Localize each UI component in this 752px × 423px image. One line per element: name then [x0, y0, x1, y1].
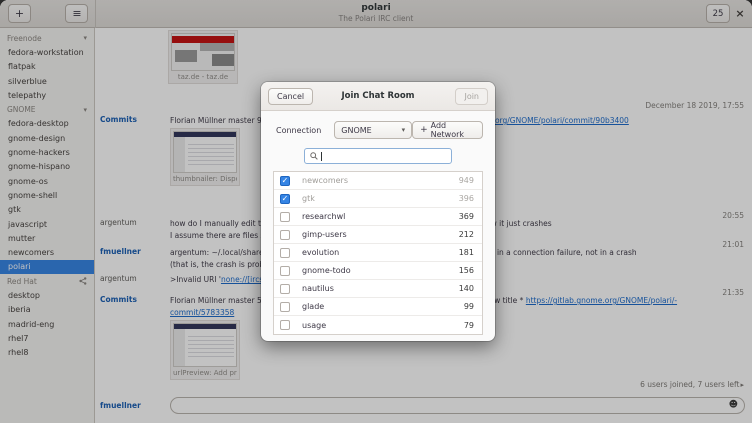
room-user-count: 140 [459, 284, 474, 293]
search-icon [310, 152, 318, 160]
room-name: gimp-users [302, 230, 459, 239]
dialog-title: Join Chat Room [341, 91, 414, 101]
room-name: evolution [302, 248, 459, 257]
connection-value: GNOME [341, 126, 401, 135]
room-row-gtk[interactable]: ✓ gtk396 [274, 190, 482, 208]
join-button[interactable]: Join [455, 88, 488, 105]
text-caret [321, 152, 322, 161]
cancel-button[interactable]: Cancel [268, 88, 313, 105]
room-row-gnome-todo[interactable]: gnome-todo156 [274, 262, 482, 280]
room-name: researchwl [302, 212, 459, 221]
dialog-room-list: ✓newcomers949✓gtk396researchwl369gimp-us… [273, 171, 483, 335]
room-name: usage [302, 321, 464, 330]
room-checkbox[interactable] [280, 248, 290, 258]
room-checkbox[interactable] [280, 266, 290, 276]
room-row-usage[interactable]: usage79 [274, 316, 482, 334]
room-row-gimp-users[interactable]: gimp-users212 [274, 226, 482, 244]
connection-label: Connection [276, 126, 321, 135]
room-name: newcomers [302, 176, 459, 185]
room-row-nautilus[interactable]: nautilus140 [274, 280, 482, 298]
room-checkbox[interactable] [280, 230, 290, 240]
room-name: nautilus [302, 284, 459, 293]
room-name: glade [302, 302, 464, 311]
room-name: gtk [302, 194, 459, 203]
connection-row: Connection GNOME ▾ + Add Network [273, 120, 483, 140]
room-checkbox[interactable] [280, 320, 290, 330]
polari-window: + ≡ polari The Polari IRC client 25 × Fr… [0, 0, 752, 423]
room-checkbox[interactable]: ✓ [280, 176, 290, 186]
dialog-body: Connection GNOME ▾ + Add Network [261, 111, 495, 335]
search-row [273, 148, 483, 164]
room-row-evolution[interactable]: evolution181 [274, 244, 482, 262]
room-row-glade[interactable]: glade99 [274, 298, 482, 316]
add-network-label: Add Network [431, 121, 475, 139]
dialog-header: Cancel Join Chat Room Join [261, 82, 495, 111]
checkmark-icon: ✓ [282, 195, 289, 203]
room-checkbox[interactable]: ✓ [280, 194, 290, 204]
room-checkbox[interactable] [280, 212, 290, 222]
join-chat-room-dialog: Cancel Join Chat Room Join Connection GN… [261, 82, 495, 341]
room-user-count: 99 [464, 302, 474, 311]
plus-icon: + [420, 126, 428, 134]
room-name: gnome-todo [302, 266, 459, 275]
room-row-researchwl[interactable]: researchwl369 [274, 208, 482, 226]
room-user-count: 79 [464, 321, 474, 330]
connection-dropdown[interactable]: GNOME ▾ [334, 121, 412, 139]
room-user-count: 156 [459, 266, 474, 275]
add-network-button[interactable]: + Add Network [412, 121, 483, 139]
room-row-newcomers[interactable]: ✓ newcomers949 [274, 172, 482, 190]
room-checkbox[interactable] [280, 284, 290, 294]
chevron-down-icon: ▾ [402, 126, 406, 134]
room-checkbox[interactable] [280, 302, 290, 312]
room-user-count: 949 [459, 176, 474, 185]
room-search-input[interactable] [304, 148, 452, 164]
checkmark-icon: ✓ [282, 177, 289, 185]
room-user-count: 369 [459, 212, 474, 221]
room-user-count: 396 [459, 194, 474, 203]
room-user-count: 212 [459, 230, 474, 239]
room-user-count: 181 [459, 248, 474, 257]
